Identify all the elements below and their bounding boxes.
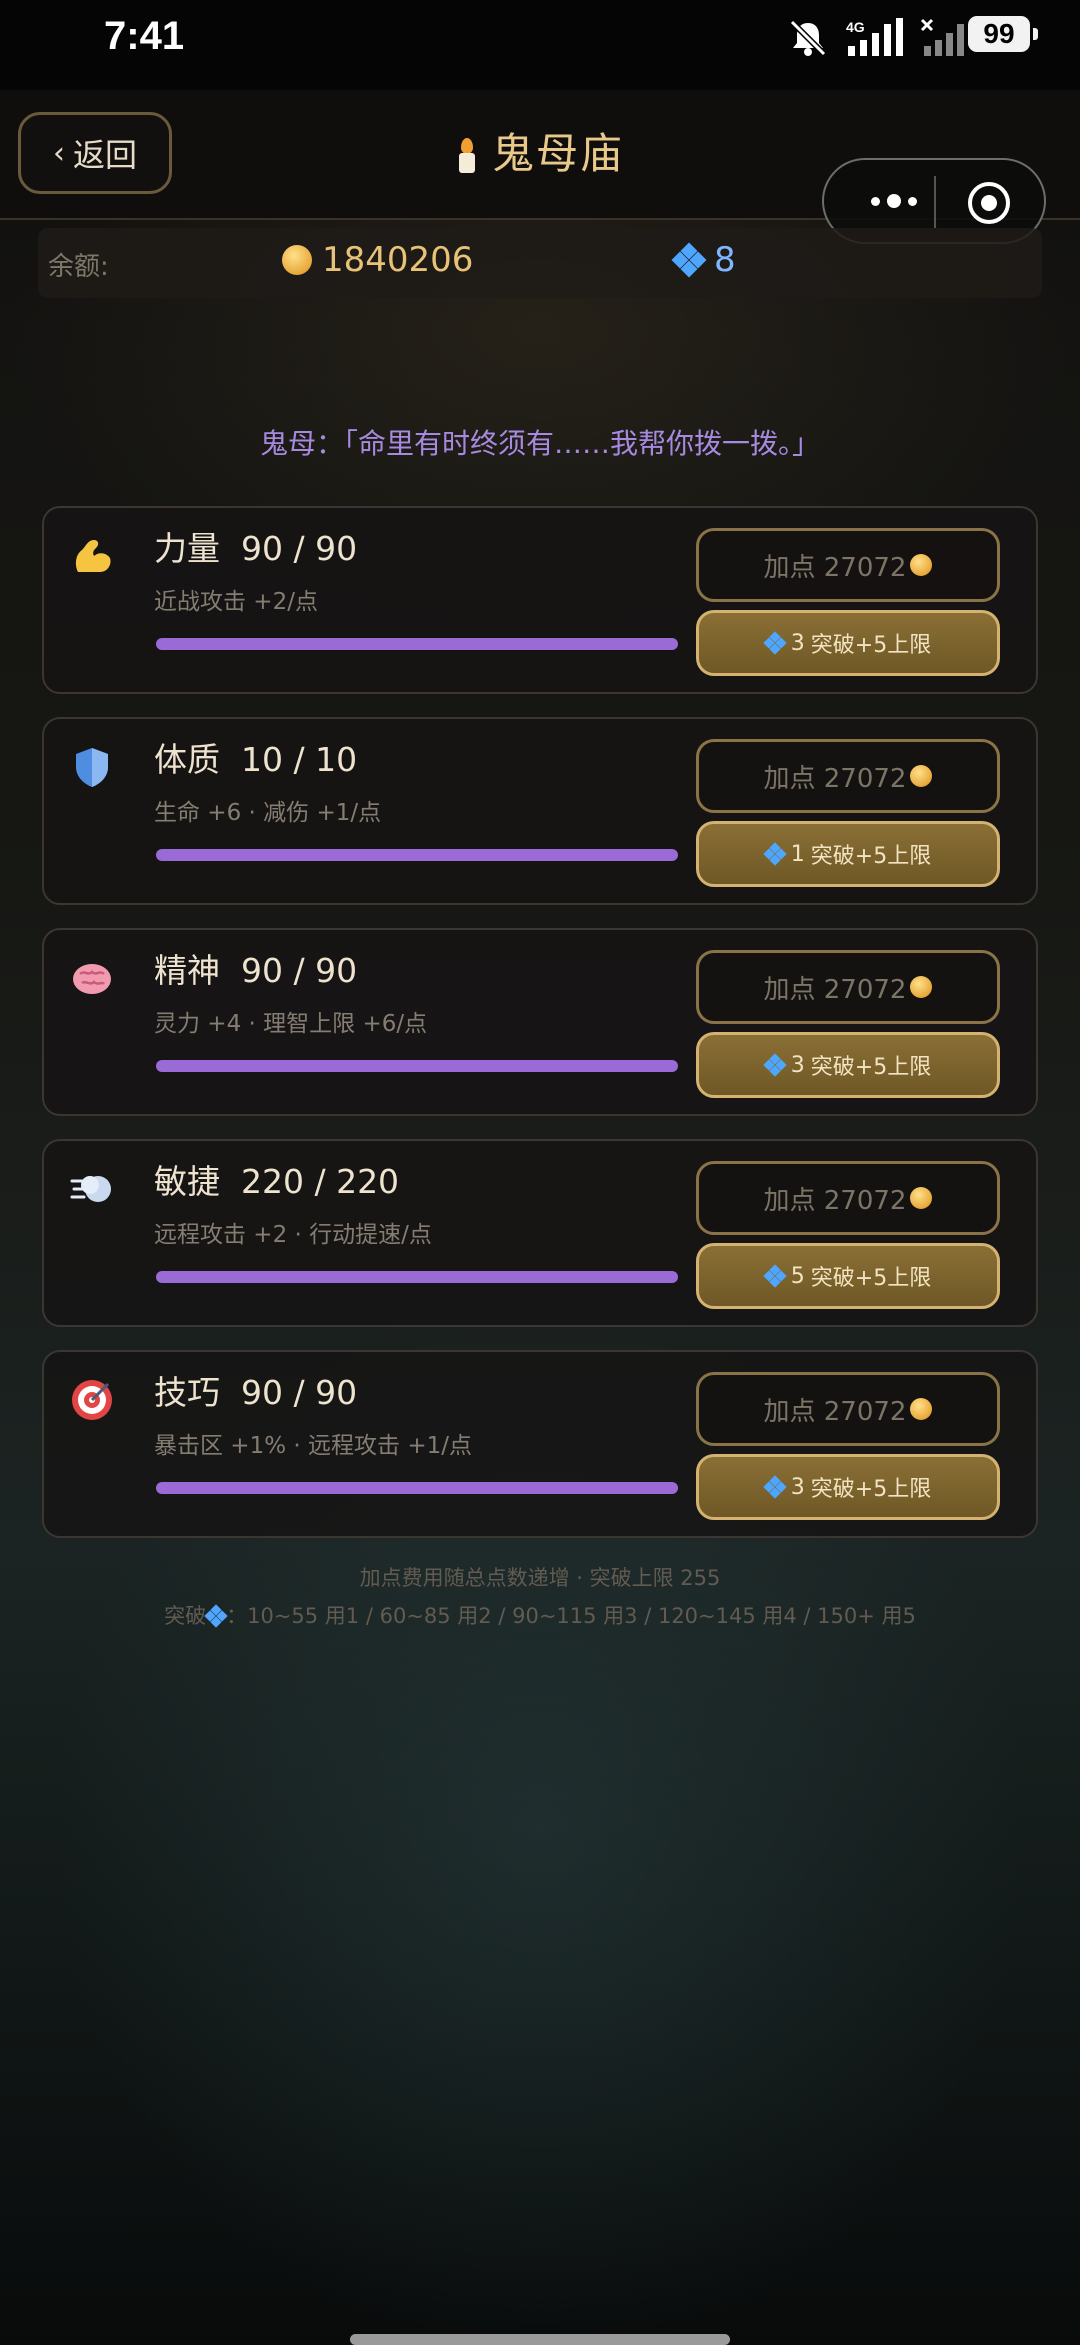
stat-name: 敏捷 220 / 220	[154, 1162, 400, 1201]
balance-bar: 余额: 1840206 8	[38, 228, 1042, 298]
gem-icon	[763, 1053, 787, 1077]
mute-bell-icon	[789, 19, 827, 57]
gold-coin-icon	[910, 554, 933, 576]
more-menu-icon[interactable]	[854, 186, 934, 216]
gold-coin-icon	[910, 976, 933, 998]
status-bar: 7:41 4G 99	[0, 0, 1080, 90]
home-indicator[interactable]	[350, 2334, 730, 2345]
wind-icon	[70, 1176, 111, 1202]
page-title-text: 鬼母庙	[491, 129, 624, 178]
gold-amount: 1840206	[322, 240, 474, 280]
gold-coin-icon	[910, 765, 933, 787]
breakthrough-button[interactable]: 3 突破+5上限	[696, 1454, 1000, 1520]
stat-desc: 生命 +6 · 减伤 +1/点	[154, 800, 382, 826]
stat-desc: 远程攻击 +2 · 行动提速/点	[154, 1222, 432, 1248]
add-point-button[interactable]: 加点 27072	[696, 528, 1000, 602]
stat-desc: 近战攻击 +2/点	[154, 589, 318, 615]
cost-note: 加点费用随总点数递增 · 突破上限 255	[359, 1566, 721, 1590]
stat-desc: 暴击区 +1% · 远程攻击 +1/点	[154, 1433, 472, 1459]
brain-icon	[73, 964, 111, 994]
add-point-button[interactable]: 加点 27072	[696, 1372, 1000, 1446]
stat-card-strength: 力量 90 / 90 近战攻击 +2/点 加点 27072 3 突破+5上限	[42, 506, 1038, 694]
add-point-button[interactable]: 加点 27072	[696, 739, 1000, 813]
target-icon	[72, 1380, 112, 1420]
gem-icon	[763, 1475, 787, 1499]
stat-progress-bar	[156, 1271, 678, 1283]
gem-icon	[204, 1604, 228, 1628]
breakthrough-button[interactable]: 1 突破+5上限	[696, 821, 1000, 887]
add-point-button[interactable]: 加点 27072	[696, 950, 1000, 1024]
battery-indicator: 99	[968, 16, 1038, 52]
stat-progress-bar	[156, 1060, 678, 1072]
stat-name: 体质 10 / 10	[154, 740, 358, 779]
breakthrough-button[interactable]: 5 突破+5上限	[696, 1243, 1000, 1309]
capsule-divider	[934, 176, 936, 228]
signal-no-service-icon	[920, 18, 964, 56]
gold-coin-icon	[910, 1187, 933, 1209]
stat-card-skill: 技巧 90 / 90 暴击区 +1% · 远程攻击 +1/点 加点 27072 …	[42, 1350, 1038, 1538]
stat-card-spirit: 精神 90 / 90 灵力 +4 · 理智上限 +6/点 加点 27072 3突…	[42, 928, 1038, 1116]
gem-icon	[763, 842, 787, 866]
gem-balance: 8	[671, 240, 736, 280]
breakthrough-button[interactable]: 3 突破+5上限	[696, 610, 1000, 676]
stat-card-agility: 敏捷 220 / 220 远程攻击 +2 · 行动提速/点 加点 27072 5…	[42, 1139, 1038, 1327]
muscle-icon	[75, 540, 111, 572]
gem-icon	[763, 631, 787, 655]
svg-text:4G: 4G	[846, 19, 865, 35]
status-time: 7:41	[104, 14, 185, 58]
gold-balance: 1840206	[282, 240, 473, 280]
close-miniprogram-icon[interactable]	[968, 182, 1010, 224]
npc-dialogue: 鬼母：「命里有时终须有……我帮你拨一拨。」	[259, 427, 820, 460]
candle-icon	[456, 138, 478, 173]
stat-name: 力量 90 / 90	[154, 529, 358, 568]
gem-icon	[763, 1264, 787, 1288]
shield-icon	[76, 748, 108, 787]
breakthrough-note: 突破 ：10~55 用1 / 60~85 用2 / 90~115 用3 / 120…	[164, 1604, 916, 1628]
stat-progress-bar	[156, 638, 678, 650]
balance-label: 余额:	[48, 252, 109, 282]
gem-amount: 8	[714, 240, 736, 280]
stat-desc: 灵力 +4 · 理智上限 +6/点	[154, 1011, 428, 1037]
breakthrough-button[interactable]: 3 突破+5上限	[696, 1032, 1000, 1098]
stat-progress-bar	[156, 1482, 678, 1494]
status-icons: 4G	[786, 18, 970, 58]
stat-name: 技巧 90 / 90	[154, 1373, 358, 1412]
stat-progress-bar	[156, 849, 678, 861]
gold-coin-icon	[910, 1398, 933, 1420]
signal-4g-icon: 4G	[846, 18, 903, 56]
stat-name: 精神 90 / 90	[154, 951, 358, 990]
stat-card-constitution: 体质 10 / 10 生命 +6 · 减伤 +1/点 加点 27072 1 突破+…	[42, 717, 1038, 905]
gem-icon	[671, 242, 707, 278]
gold-coin-icon	[282, 245, 312, 275]
add-point-button[interactable]: 加点 27072	[696, 1161, 1000, 1235]
